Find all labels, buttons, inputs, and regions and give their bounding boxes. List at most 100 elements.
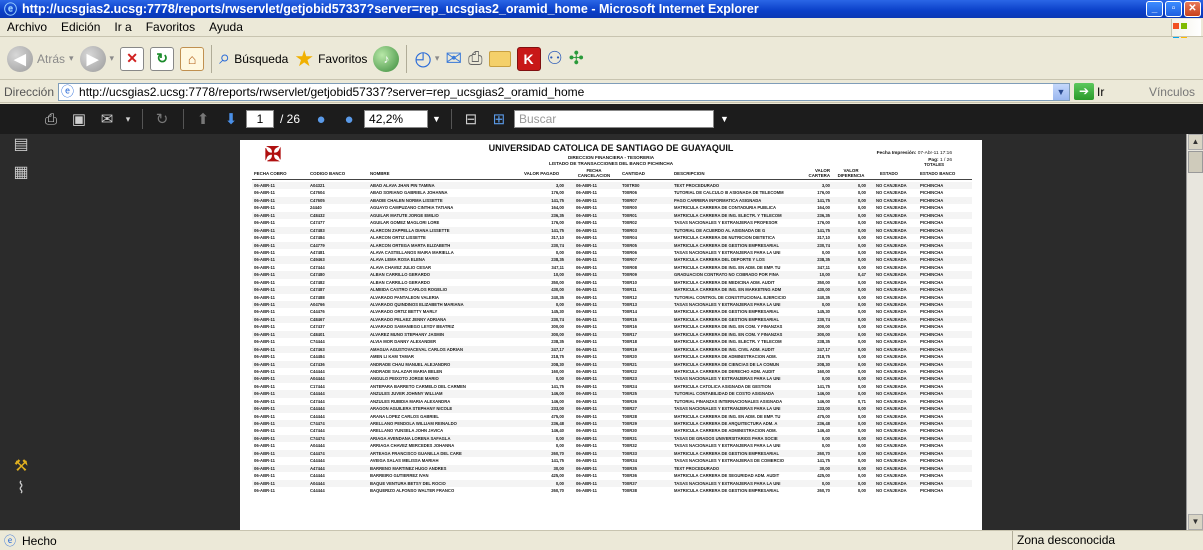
report-search-input[interactable]: Buscar ▼	[513, 110, 729, 128]
cell-fecha-cobro: 06-ABR-11	[254, 346, 275, 352]
cell-estado-banco: PICHINCHA	[920, 450, 944, 456]
cell-valor-pagado: 164,00	[551, 205, 564, 211]
cell-cantidad: T00R06	[622, 190, 637, 196]
users-button[interactable]: ⚇	[544, 42, 566, 76]
previous-page-icon[interactable]: ⬆	[190, 108, 216, 130]
fit-page-icon[interactable]: ⊞	[486, 108, 512, 130]
media-button[interactable]: ♪	[370, 42, 402, 76]
address-input[interactable]: ⓔ http://ucsgias2.ucsg:7778/reports/rwse…	[58, 82, 1071, 101]
email-dropdown-icon[interactable]: ▾	[122, 108, 134, 130]
close-button[interactable]: ✕	[1184, 1, 1201, 17]
zoom-out-icon[interactable]: ●	[308, 108, 334, 130]
cell-valor-diferencia: 0,00	[857, 249, 866, 255]
cell-estado-banco: PICHINCHA	[920, 190, 944, 196]
stop-button[interactable]: ✕	[117, 42, 147, 76]
vertical-scrollbar[interactable]: ▲ ▼	[1186, 134, 1203, 530]
status-page-icon: ⓔ	[4, 533, 17, 548]
favorites-button[interactable]: ★ Favoritos	[291, 42, 370, 76]
favorites-label: Favoritos	[318, 51, 368, 66]
menu-ayuda[interactable]: Ayuda	[202, 20, 250, 34]
attachments-panel-icon[interactable]: ▦	[10, 162, 32, 181]
menu-ir-a[interactable]: Ir a	[107, 20, 138, 34]
print-toolbar-button[interactable]: ⎙	[465, 42, 485, 76]
column-header: VALOR PAGADO	[524, 171, 560, 176]
history-button[interactable]: ◴ ▾	[411, 42, 442, 76]
report-viewer: ▤ ▦ ⚒ ⌇ ✠ UNIVERSIDAD CATOLICA DE SANTIA…	[0, 134, 1203, 530]
scroll-thumb[interactable]	[1188, 151, 1203, 173]
search-dropdown-icon[interactable]: ▼	[720, 111, 729, 127]
back-button[interactable]: ◀ Atrás ▾	[4, 42, 77, 76]
cell-valor-pagado: 425,00	[551, 473, 564, 479]
cell-valor-pagado: 240,35	[551, 294, 564, 300]
cell-nombre: ABADIE CHALEN NORMA LISSETTE	[370, 197, 443, 203]
cell-valor-pagado: 145,30	[551, 309, 564, 315]
print-icon[interactable]: ⎙	[38, 108, 64, 130]
cell-valor-cartera: 300,00	[817, 324, 830, 330]
messenger-button[interactable]: ✣	[566, 42, 587, 76]
cell-descripcion: TASAS NACIONALES Y EXTRANJERAS PARA LA U…	[674, 376, 781, 382]
cell-descripcion: MATRICULA CARRERA DE ING. ELECTR. Y TELE…	[674, 212, 782, 218]
save-icon[interactable]: ▣	[66, 108, 92, 130]
fit-width-icon[interactable]: ⊟	[458, 108, 484, 130]
cell-nombre: ANDRADE SALAZAR MARIA BELEN	[370, 368, 443, 374]
next-page-icon[interactable]: ⬇	[218, 108, 244, 130]
cell-fecha-cobro: 06-ABR-11	[254, 316, 275, 322]
cell-valor-diferencia: 0,00	[857, 235, 866, 241]
cell-nombre: ALBAN CARRILLO GERARDO	[370, 272, 431, 278]
cell-valor-diferencia: 0,00	[857, 302, 866, 307]
cell-codigo-banco: C47483	[310, 227, 325, 233]
minimize-button[interactable]: _	[1146, 1, 1163, 17]
forward-button[interactable]: ▶ ▾	[77, 42, 118, 76]
cell-codigo-banco: C47487	[310, 287, 325, 293]
home-button[interactable]: ⌂	[177, 42, 207, 76]
cell-fecha-cancelacion: 06-ABR-11	[576, 279, 597, 285]
cell-estado-banco: PICHINCHA	[920, 272, 944, 278]
zoom-select[interactable]: 42,2%	[364, 110, 429, 128]
cell-valor-cartera: 141,75	[817, 383, 830, 389]
cell-estado-banco: PICHINCHA	[920, 480, 944, 486]
cell-codigo-banco: C48467	[310, 316, 325, 322]
email-icon[interactable]: ✉	[94, 108, 120, 130]
k-app-button[interactable]: K	[514, 42, 544, 76]
cell-cantidad: T00R32	[622, 443, 637, 449]
table-row: 06-ABR-11 C44779 ALARCON ORTEGA MARTA ELIZ…	[252, 241, 972, 249]
zoom-in-icon[interactable]: ●	[336, 108, 362, 130]
cell-estado: NO CANJEADA	[876, 398, 907, 404]
cell-estado: NO CANJEADA	[876, 309, 907, 315]
menu-archivo[interactable]: Archivo	[0, 20, 54, 34]
mail-button[interactable]: ✉	[442, 42, 465, 76]
cell-nombre: ARELLANO PENDOLA WILLIAM REINALDO	[370, 421, 457, 426]
scroll-down-icon[interactable]: ▼	[1188, 514, 1203, 530]
paperclip-icon[interactable]: ⌇	[10, 478, 32, 497]
cell-valor-pagado: 260,70	[551, 487, 564, 493]
scroll-up-icon[interactable]: ▲	[1188, 134, 1203, 150]
tools-panel-icon[interactable]: ⚒	[10, 456, 32, 475]
go-button[interactable]: ➔ Ir	[1074, 83, 1104, 100]
media-icon: ♪	[373, 45, 400, 72]
page-number-input[interactable]: 1	[246, 110, 274, 128]
zoom-dropdown-icon[interactable]: ▼	[432, 114, 441, 124]
cell-fecha-cancelacion: 06-ABR-11	[576, 398, 597, 404]
maximize-button[interactable]: ▫	[1165, 1, 1182, 17]
cell-valor-diferencia: 0,00	[857, 220, 866, 226]
cell-valor-pagado: 176,00	[551, 220, 564, 226]
cell-fecha-cancelacion: 06-ABR-11	[576, 458, 597, 464]
cell-codigo-banco: A47481	[310, 249, 325, 255]
links-label[interactable]: Vínculos	[1149, 85, 1195, 99]
folder-button[interactable]	[486, 42, 514, 76]
address-dropdown-icon[interactable]: ▼	[1053, 83, 1070, 100]
cell-estado-banco: PICHINCHA	[920, 212, 944, 218]
refresh-button[interactable]: ↻	[147, 42, 177, 76]
menu-edicion[interactable]: Edición	[54, 20, 107, 34]
cell-fecha-cancelacion: 06-ABR-11	[576, 227, 597, 233]
cell-codigo-banco: A04766	[310, 302, 325, 307]
cell-nombre: ABAD SORIANO GABRIELA JOHANNA	[370, 190, 448, 196]
table-row: 06-ABR-11 C47463 AMAGUA AGUSTOVACEVAL CARL…	[252, 345, 972, 354]
menu-favoritos[interactable]: Favoritos	[139, 20, 202, 34]
cell-descripcion: MATRICULA CARRERA DE DERECHO ADM. AUDIT	[674, 368, 775, 374]
cell-valor-pagado: 218,75	[551, 354, 564, 360]
refresh-report-icon[interactable]: ↻	[149, 108, 175, 130]
search-button[interactable]: ⌕ Búsqueda	[216, 42, 291, 76]
cell-cantidad: T00R07	[622, 257, 637, 263]
pages-panel-icon[interactable]: ▤	[10, 134, 32, 153]
